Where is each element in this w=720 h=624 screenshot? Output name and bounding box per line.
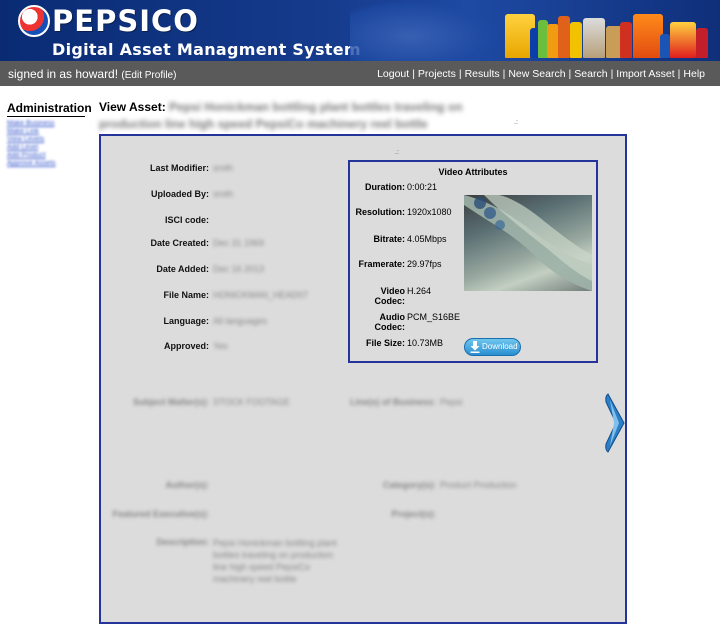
language-value: All languages [213, 316, 268, 326]
top-nav-bar: signed in as howard! (Edit Profile) Logo… [0, 61, 720, 86]
audio-codec-value: PCM_S16BE [407, 312, 461, 322]
duration-label: Duration: [365, 182, 405, 192]
nav-results[interactable]: Results [465, 68, 500, 80]
nav-import-asset[interactable]: Import Asset [616, 68, 674, 80]
video-codec-label: Video Codec: [374, 286, 405, 306]
file-name-value: HONICKMAN_HEAD07 [213, 290, 309, 300]
asset-title-line1: Pepsi Honickman bottling plant bottles t… [169, 100, 463, 114]
duration-value: 0:00:21 [407, 182, 438, 192]
language-label: Language: [163, 316, 209, 326]
file-size-value: 10.73MB [407, 338, 444, 348]
nav-new-search[interactable]: New Search [508, 68, 565, 80]
sidebar-link[interactable]: Make Link [7, 128, 85, 136]
nav-help[interactable]: Help [683, 68, 705, 80]
framerate-label: Framerate: [358, 259, 405, 269]
file-name-label: File Name: [163, 290, 209, 300]
authors-label: Author(s): [165, 480, 210, 490]
featured-executives-label: Featured Executive(s): [112, 509, 209, 519]
brand-logo[interactable]: PEPSICO [52, 4, 199, 38]
header-photo [350, 0, 500, 61]
date-created-label: Date Created: [150, 238, 209, 248]
sidebar-link[interactable]: Add Level [7, 144, 85, 152]
resize-grip-icon: .: [395, 149, 399, 156]
date-created-value: Dec 31 1969 [213, 238, 265, 248]
file-size-label: File Size: [365, 338, 405, 348]
product-lineup-image [500, 6, 715, 58]
date-added-value: Dec 16 2013 [213, 264, 265, 274]
nav-projects[interactable]: Projects [418, 68, 456, 80]
sidebar-link[interactable]: Approve Assets [7, 160, 85, 168]
view-asset-heading: View Asset: Pepsi Honickman bottling pla… [99, 99, 529, 133]
resolution-label: Resolution: [355, 207, 406, 217]
approved-label: Approved: [164, 341, 209, 351]
app-title: Digital Asset Managment System [52, 40, 361, 59]
nav-search[interactable]: Search [574, 68, 607, 80]
next-asset-arrow-icon[interactable] [604, 392, 626, 454]
video-codec-value: H.264 [407, 286, 432, 296]
projects-label: Project(s): [391, 509, 436, 519]
bitrate-label: Bitrate: [373, 234, 405, 244]
uploaded-by-value: sroth [213, 189, 234, 199]
framerate-value: 29.97fps [407, 259, 442, 269]
description-label: Description: [156, 537, 209, 547]
subject-matter-label: Subject Matter(s): [132, 397, 209, 407]
subject-matter-value: STOCK FOOTAGE [213, 397, 290, 407]
download-label: Download [482, 342, 518, 351]
asset-title-line2: production line high speed PepsiCo machi… [99, 117, 428, 131]
video-attributes-title: Video Attributes [438, 167, 508, 177]
line-of-business-label: Line(s) of Business: [349, 397, 436, 407]
sidebar-link[interactable]: View Levels [7, 136, 85, 144]
edit-profile-link[interactable]: (Edit Profile) [121, 70, 176, 81]
video-attributes-box: Video Attributes Duration: 0:00:21 Resol… [348, 160, 598, 363]
asset-detail-panel: .: Last Modifier: sroth Uploaded By: sro… [99, 134, 627, 624]
admin-sidebar: Administration Make Business Make Link V… [7, 101, 92, 168]
approved-value: Yes [213, 341, 228, 351]
view-asset-label: View Asset: [99, 100, 166, 114]
download-icon [470, 341, 480, 353]
uploaded-by-label: Uploaded By: [150, 189, 209, 199]
sidebar-title: Administration [7, 101, 92, 117]
isci-code-label: ISCI code: [164, 215, 209, 225]
download-button[interactable]: Download [464, 338, 521, 356]
line-of-business-value: Pepsi [440, 397, 463, 407]
signed-in-text: signed in as howard! [8, 67, 119, 81]
nav-logout[interactable]: Logout [377, 68, 409, 80]
date-added-label: Date Added: [156, 264, 209, 274]
bitrate-value: 4.05Mbps [407, 234, 447, 244]
pepsi-globe-icon [18, 5, 50, 37]
resize-grip-icon: .: [514, 119, 518, 126]
last-modifier-value: sroth [213, 163, 234, 173]
video-thumbnail[interactable] [464, 195, 592, 291]
sidebar-link[interactable]: Make Business [7, 120, 85, 128]
nav-links: Logout | Projects | Results | New Search | Searc… [377, 68, 705, 80]
categories-value: Product Production [440, 480, 517, 490]
signed-in-status: signed in as howard! (Edit Profile) [8, 67, 176, 81]
description-value: Pepsi Honickman bottling plant bottles t… [213, 538, 337, 584]
categories-label: Category(s): [382, 480, 436, 490]
site-header: PEPSICO Digital Asset Managment System [0, 0, 720, 61]
audio-codec-label: Audio Codec: [374, 312, 405, 332]
sidebar-link[interactable]: Add Product [7, 152, 85, 160]
resolution-value: 1920x1080 [407, 207, 452, 217]
last-modifier-label: Last Modifier: [149, 163, 209, 173]
